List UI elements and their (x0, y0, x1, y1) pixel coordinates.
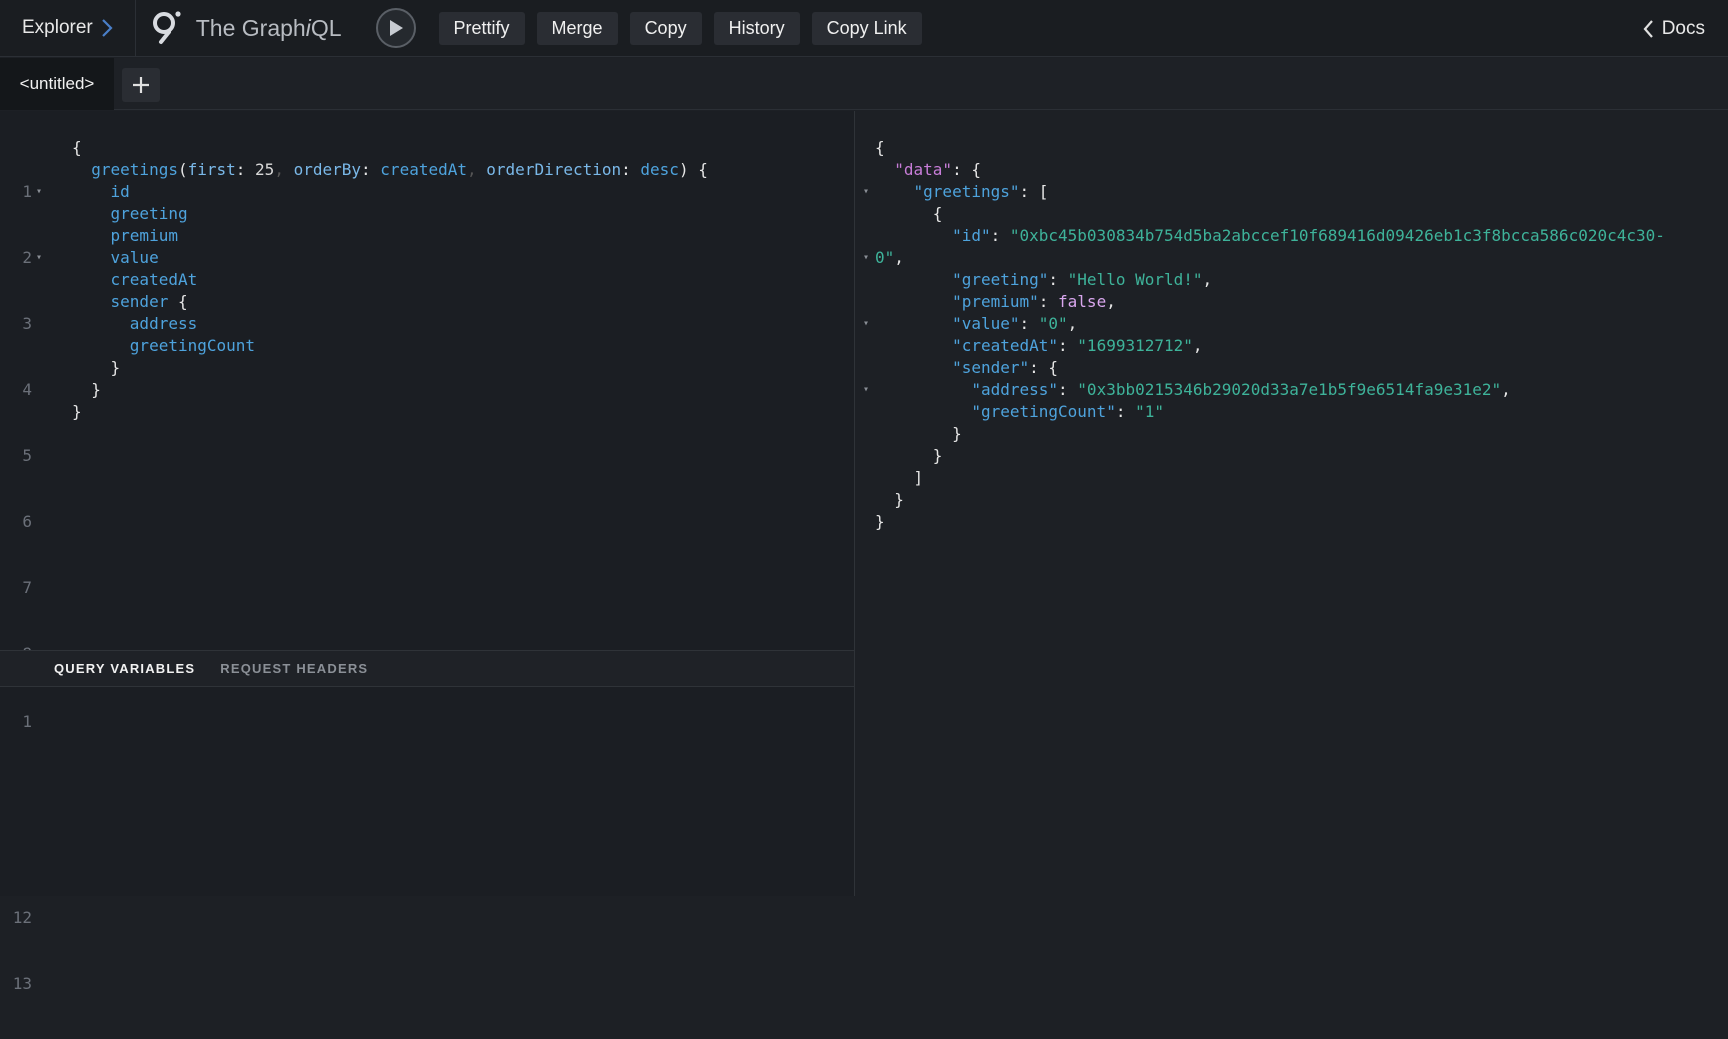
variables-line-number: 1 (22, 712, 32, 731)
variables-editor[interactable]: 1 (0, 687, 855, 896)
variables-panel-header: QUERY VARIABLES REQUEST HEADERS (0, 650, 855, 687)
explorer-label: Explorer (22, 17, 93, 38)
the-graph-logo-icon (152, 11, 181, 44)
execute-query-button[interactable] (375, 8, 416, 48)
add-tab-button[interactable] (122, 68, 160, 102)
app-logo: The GraphiQL (152, 11, 342, 45)
query-editor[interactable]: 1▾ 2▾ 3 4 5 6 7 8 9 10 11 12 13 { greeti… (0, 111, 855, 993)
docs-label: Docs (1661, 17, 1705, 39)
merge-button[interactable]: Merge (536, 11, 618, 45)
fold-arrow-icon: ▾ (35, 252, 43, 263)
copy-link-button[interactable]: Copy Link (811, 11, 922, 45)
copy-button[interactable]: Copy (629, 11, 702, 45)
plus-icon (133, 77, 149, 93)
chevron-left-icon (1643, 19, 1653, 38)
result-viewer: ▾ ▾ ▾ ▾ { "data": { "greetings": [ { "id… (855, 111, 1728, 896)
query-line-numbers: 1▾ 2▾ 3 4 5 6 7 8 9 10 11 12 13 (0, 137, 52, 1039)
tab-label: <untitled> (19, 74, 95, 93)
chevron-right-icon (101, 19, 113, 37)
history-button[interactable]: History (713, 11, 800, 45)
query-code[interactable]: { greetings(first: 25, orderBy: createdA… (72, 137, 708, 423)
tab-query-variables[interactable]: QUERY VARIABLES (54, 661, 195, 676)
fold-arrow-icon: ▾ (35, 186, 43, 197)
result-json: { "data": { "greetings": [ { "id": "0xbc… (875, 138, 1665, 531)
top-toolbar: Explorer The GraphiQL Prettify Merge Cop… (0, 0, 1728, 57)
tab-request-headers[interactable]: REQUEST HEADERS (220, 661, 368, 676)
tab-untitled[interactable]: <untitled> (0, 58, 114, 110)
play-icon (389, 20, 403, 36)
explorer-toggle-button[interactable]: Explorer (0, 0, 136, 57)
docs-button[interactable]: Docs (1643, 0, 1705, 57)
tab-bar: <untitled> (0, 58, 1728, 110)
app-title: The GraphiQL (195, 14, 342, 41)
prettify-button[interactable]: Prettify (438, 11, 525, 45)
